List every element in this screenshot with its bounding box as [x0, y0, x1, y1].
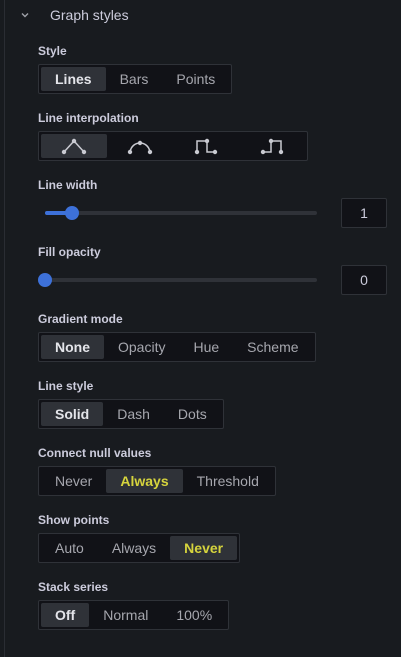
style-option-lines[interactable]: Lines: [41, 67, 106, 91]
line-style-radio-group: Solid Dash Dots: [38, 399, 224, 429]
show-points-label: Show points: [38, 513, 110, 527]
line-interpolation-label: Line interpolation: [38, 111, 139, 125]
connect-null-label: Connect null values: [38, 446, 152, 460]
style-radio-group: Lines Bars Points: [38, 64, 233, 94]
line-width-slider[interactable]: [45, 206, 317, 220]
line-width-slider-handle[interactable]: [65, 206, 80, 220]
smooth-interpolation-icon: [127, 140, 153, 155]
stack-series-option-off[interactable]: Off: [41, 603, 90, 627]
stack-series-option-normal[interactable]: Normal: [89, 603, 162, 627]
line-style-label: Line style: [38, 379, 94, 393]
style-option-bars[interactable]: Bars: [106, 67, 163, 91]
line-interpolation-radio-group: [38, 131, 308, 161]
line-style-option-solid[interactable]: Solid: [41, 402, 104, 426]
interpolation-option-step-before[interactable]: [173, 134, 239, 158]
gradient-option-hue[interactable]: Hue: [179, 335, 233, 359]
stack-series-radio-group: Off Normal 100%: [38, 600, 230, 630]
line-style-option-dash[interactable]: Dash: [103, 402, 164, 426]
connect-null-option-threshold[interactable]: Threshold: [183, 469, 273, 493]
show-points-option-always[interactable]: Always: [98, 536, 170, 560]
fill-opacity-slider-handle[interactable]: [38, 273, 52, 287]
line-width-label: Line width: [38, 178, 98, 192]
show-points-option-never[interactable]: Never: [170, 536, 238, 560]
interpolation-option-smooth[interactable]: [107, 134, 173, 158]
connect-null-option-never[interactable]: Never: [41, 469, 106, 493]
step-after-icon: [260, 138, 284, 155]
gradient-option-scheme[interactable]: Scheme: [233, 335, 312, 359]
chevron-down-icon[interactable]: [19, 9, 31, 21]
gradient-mode-label: Gradient mode: [38, 312, 123, 326]
graph-styles-panel: Graph styles Style Lines Bars Points Lin…: [4, 0, 401, 657]
gradient-option-none[interactable]: None: [41, 335, 104, 359]
line-style-option-dots[interactable]: Dots: [164, 402, 221, 426]
connect-null-option-always[interactable]: Always: [106, 469, 183, 493]
style-label: Style: [38, 44, 67, 58]
stack-series-option-100[interactable]: 100%: [162, 603, 226, 627]
section-header[interactable]: Graph styles: [5, 0, 401, 32]
stack-series-label: Stack series: [38, 580, 109, 594]
gradient-option-opacity[interactable]: Opacity: [104, 335, 179, 359]
interpolation-option-linear[interactable]: [41, 134, 107, 158]
section-title: Graph styles: [50, 7, 129, 23]
show-points-radio-group: Auto Always Never: [38, 533, 241, 563]
fill-opacity-input[interactable]: 0: [341, 265, 387, 295]
fill-opacity-slider[interactable]: [38, 273, 317, 287]
connect-null-radio-group: Never Always Threshold: [38, 466, 276, 496]
style-option-points[interactable]: Points: [162, 67, 229, 91]
interpolation-option-step-after[interactable]: [239, 134, 305, 158]
show-points-option-auto[interactable]: Auto: [41, 536, 98, 560]
linear-interpolation-icon: [61, 138, 87, 155]
gradient-mode-radio-group: None Opacity Hue Scheme: [38, 332, 316, 362]
fill-opacity-label: Fill opacity: [38, 245, 101, 259]
line-width-input[interactable]: 1: [341, 198, 387, 228]
step-before-icon: [194, 138, 218, 155]
